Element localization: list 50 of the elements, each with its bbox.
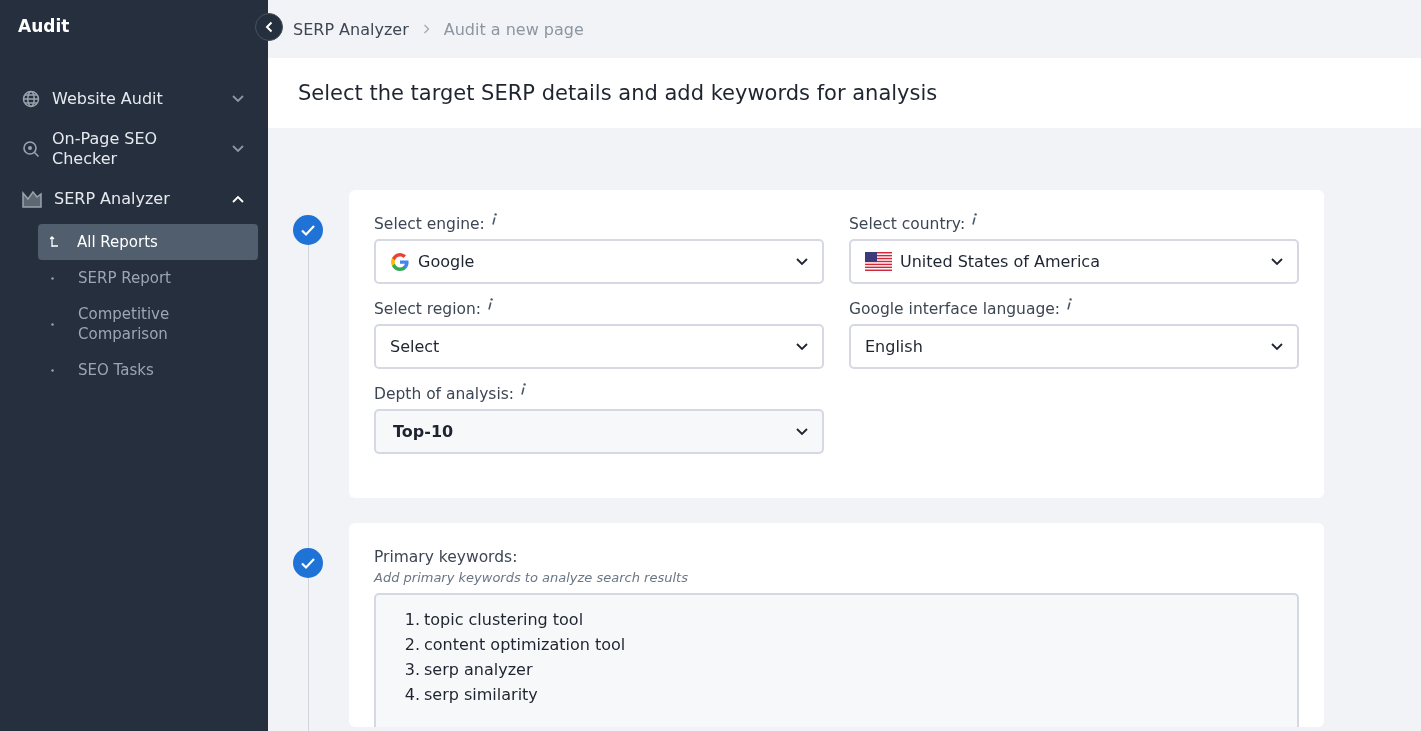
check-step-icon xyxy=(293,215,323,245)
chart-icon xyxy=(22,190,42,208)
chevron-icon xyxy=(1271,257,1283,266)
chevron-right-icon xyxy=(422,24,430,34)
sidebar-item[interactable]: All Reports xyxy=(38,224,258,260)
chevron-icon xyxy=(796,427,808,436)
dropdown[interactable]: United States of America xyxy=(849,239,1299,284)
dropdown[interactable]: Top-10 xyxy=(374,409,824,454)
flag-icon xyxy=(865,252,892,271)
dropdown[interactable]: English xyxy=(849,324,1299,369)
field-label: Select region: xyxy=(374,300,481,318)
sidebar-item[interactable]: SERP Report xyxy=(38,260,258,296)
sidebar-item[interactable]: SEO Tasks xyxy=(38,352,258,388)
field-hint: Add primary keywords to analyze search results xyxy=(374,570,689,585)
bullet-icon xyxy=(51,322,54,326)
info-icon[interactable] xyxy=(971,213,978,225)
bullet-icon xyxy=(51,368,54,372)
field-label: Select engine: xyxy=(374,215,485,233)
sidebar-group[interactable]: On-Page SEO Checker xyxy=(0,124,268,174)
info-icon[interactable] xyxy=(520,383,526,395)
dropdown[interactable]: Google xyxy=(374,239,824,284)
return-arrow-icon xyxy=(50,236,60,248)
sidebar-group[interactable]: SERP Analyzer xyxy=(0,174,268,224)
search-icon xyxy=(22,140,40,158)
info-icon[interactable] xyxy=(1066,298,1073,310)
chevron-icon xyxy=(796,342,808,351)
field-label: Google interface language: xyxy=(849,300,1061,318)
sidebar-item[interactable]: Competitive Comparison xyxy=(38,296,258,352)
chevron-left-icon xyxy=(265,21,273,33)
globe-icon xyxy=(22,90,40,108)
keywords-textarea[interactable]: 1. topic clustering tool 2. content optimization tool 3. serp analyzer 4. serp similarity xyxy=(374,593,1299,727)
chevron-icon xyxy=(232,145,244,153)
chevron-icon xyxy=(796,257,808,266)
field-label: Select country: xyxy=(849,215,966,233)
dropdown[interactable]: Select xyxy=(374,324,824,369)
info-icon[interactable] xyxy=(487,298,493,310)
info-icon[interactable] xyxy=(490,213,497,225)
page-title: Select the target SERP details and add keywords for analysis xyxy=(298,81,938,105)
chevron-icon xyxy=(232,95,244,103)
sidebar-group[interactable]: Website Audit xyxy=(0,74,268,124)
sidebar-title: Audit xyxy=(17,15,71,38)
breadcrumb-link[interactable]: SERP Analyzer xyxy=(293,19,409,39)
chevron-icon xyxy=(232,195,244,203)
check-step-icon xyxy=(293,548,323,578)
field-label: Primary keywords: xyxy=(374,548,519,566)
field-label: Depth of analysis: xyxy=(374,385,514,403)
bullet-icon xyxy=(51,276,54,280)
chevron-icon xyxy=(1271,342,1283,351)
collapse-sidebar-button[interactable] xyxy=(255,13,283,41)
google-logo-icon xyxy=(390,251,410,272)
